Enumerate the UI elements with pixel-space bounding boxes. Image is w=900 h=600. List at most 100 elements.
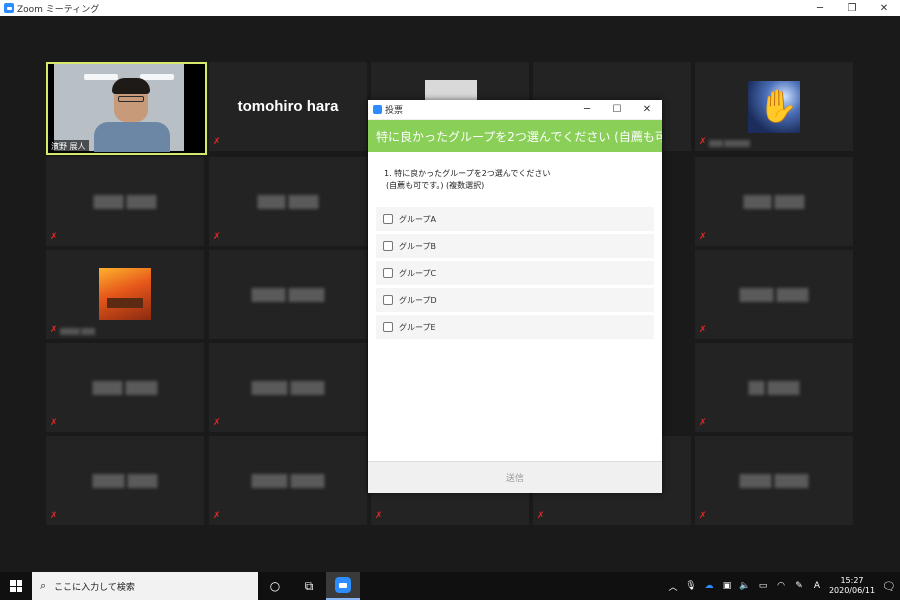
zoom-app-icon xyxy=(373,105,382,114)
participant-name-blurred xyxy=(709,140,750,147)
battery-icon[interactable]: ▭ xyxy=(754,581,772,591)
poll-maximize-button[interactable]: ☐ xyxy=(602,104,632,115)
mic-muted-icon: ✗ xyxy=(213,137,221,147)
poll-option[interactable]: グループA xyxy=(376,207,654,231)
clock[interactable]: 15:27 2020/06/11 xyxy=(826,576,878,596)
ceiling-light xyxy=(84,74,118,80)
chevron-up-icon[interactable]: ︿ xyxy=(664,580,682,593)
participant-tile-active[interactable]: 濱野 展人 xyxy=(46,62,207,155)
poll-minimize-button[interactable]: ─ xyxy=(572,104,602,115)
close-button[interactable]: ✕ xyxy=(868,0,900,16)
search-placeholder: ここに入力して検索 xyxy=(54,582,135,593)
volume-icon[interactable]: 🔈 xyxy=(736,581,754,591)
participant-name-blurred xyxy=(739,473,809,488)
mic-muted-icon: ✗ xyxy=(699,232,707,242)
restore-button[interactable]: ❐ xyxy=(836,0,868,16)
person-hair xyxy=(112,78,150,94)
window-title: Zoom ミーティング xyxy=(17,4,100,15)
mic-muted-icon: ✗ xyxy=(213,511,221,521)
participant-avatar xyxy=(748,81,800,133)
submit-button[interactable]: 送信 xyxy=(368,461,662,493)
poll-option[interactable]: グループE xyxy=(376,315,654,339)
mic-muted-icon: ✗ xyxy=(50,232,58,242)
mic-muted-icon: ✗ xyxy=(537,511,545,521)
participant-tile[interactable]: ✗ xyxy=(695,436,853,525)
onedrive-icon[interactable]: ☁ xyxy=(700,581,718,591)
poll-option[interactable]: グループC xyxy=(376,261,654,285)
person-body xyxy=(94,122,170,152)
participant-tile[interactable]: ✗ xyxy=(209,436,367,525)
mic-muted-icon: ✗ xyxy=(50,325,58,335)
participant-tile[interactable]: ✗ xyxy=(695,250,853,339)
participant-avatar xyxy=(99,268,151,320)
search-icon: ⌕ xyxy=(40,579,47,592)
microphone-icon[interactable]: 🎙 xyxy=(682,581,700,591)
participant-tile[interactable] xyxy=(209,250,367,339)
clock-time: 15:27 xyxy=(840,576,864,585)
participant-tile[interactable]: ✗ xyxy=(695,62,853,151)
participant-tile[interactable]: ✗ xyxy=(46,436,204,525)
taskbar-search[interactable]: ⌕ ここに入力して検索 xyxy=(32,572,258,600)
ime-indicator[interactable]: A xyxy=(808,581,826,591)
mic-muted-icon: ✗ xyxy=(375,511,383,521)
minimize-button[interactable]: ─ xyxy=(804,0,836,16)
participant-name-blurred xyxy=(739,287,809,302)
notification-icon[interactable]: 🗨 xyxy=(878,580,900,593)
mic-muted-icon: ✗ xyxy=(213,232,221,242)
pen-icon[interactable]: ✎ xyxy=(790,581,808,591)
windows-logo-icon xyxy=(10,580,22,592)
participant-name-blurred xyxy=(251,380,325,395)
poll-option[interactable]: グループB xyxy=(376,234,654,258)
start-button[interactable] xyxy=(0,572,32,600)
clock-date: 2020/06/11 xyxy=(828,586,876,595)
participant-name-blurred xyxy=(251,473,325,488)
mic-muted-icon: ✗ xyxy=(699,137,707,147)
poll-header: 特に良かったグループを2つ選んでください (自薦も可です... xyxy=(368,120,662,152)
participant-tile[interactable]: ✗ xyxy=(695,343,853,432)
participant-tile[interactable]: ✗ xyxy=(46,250,204,339)
checkbox[interactable] xyxy=(383,322,393,332)
zoom-app-icon xyxy=(335,577,351,593)
checkbox[interactable] xyxy=(383,268,393,278)
participant-name-blurred xyxy=(251,287,325,302)
mic-muted-icon: ✗ xyxy=(50,511,58,521)
mic-muted-icon: ✗ xyxy=(50,418,58,428)
poll-close-button[interactable]: ✕ xyxy=(632,104,662,115)
zoom-app-icon xyxy=(4,3,14,13)
participant-name-display: tomohiro hara xyxy=(237,98,339,115)
poll-options: グループA グループB グループC グループD グループE xyxy=(376,207,654,342)
taskbar: ⌕ ここに入力して検索 ○ ⧉ ︿ 🎙 ☁ ▣ 🔈 ▭ ◠ ✎ A 15:27 … xyxy=(0,572,900,600)
task-view-button[interactable]: ⧉ xyxy=(292,572,326,600)
poll-question-line: 1. 特に良かったグループを2つ選んでください xyxy=(384,169,551,178)
poll-option[interactable]: グループD xyxy=(376,288,654,312)
participant-tile[interactable]: tomohiro hara ✗ xyxy=(209,62,367,151)
poll-titlebar: 投票 ─ ☐ ✕ xyxy=(368,100,662,120)
poll-option-label: グループD xyxy=(399,295,437,305)
person-glasses xyxy=(118,96,144,102)
ceiling-light xyxy=(140,74,174,80)
cortana-button[interactable]: ○ xyxy=(258,572,292,600)
security-icon[interactable]: ▣ xyxy=(718,581,736,591)
checkbox[interactable] xyxy=(383,214,393,224)
system-tray: ︿ 🎙 ☁ ▣ 🔈 ▭ ◠ ✎ A 15:27 2020/06/11 🗨 xyxy=(664,572,900,600)
poll-question: 1. 特に良かったグループを2つ選んでください (自薦も可です。) (複数選択) xyxy=(368,152,662,192)
participant-tile[interactable]: ✗ xyxy=(46,343,204,432)
participant-tile[interactable]: ✗ xyxy=(209,343,367,432)
wifi-icon[interactable]: ◠ xyxy=(772,581,790,591)
checkbox[interactable] xyxy=(383,241,393,251)
participant-name-blurred xyxy=(748,380,800,395)
participant-name-blurred xyxy=(92,473,158,488)
participant-tile[interactable]: ✗ xyxy=(209,157,367,246)
participant-name-blurred xyxy=(743,194,805,209)
participant-name-label: 濱野 展人 xyxy=(48,140,89,153)
poll-window-title: 投票 xyxy=(385,106,404,116)
poll-option-label: グループC xyxy=(399,268,437,278)
checkbox[interactable] xyxy=(383,295,393,305)
mic-muted-icon: ✗ xyxy=(699,511,707,521)
participant-name-blurred xyxy=(257,194,319,209)
participant-tile[interactable]: ✗ xyxy=(46,157,204,246)
participant-tile[interactable]: ✗ xyxy=(695,157,853,246)
zoom-taskbar-button[interactable] xyxy=(326,572,360,600)
camera-feed xyxy=(54,64,184,152)
mic-muted-icon: ✗ xyxy=(699,325,707,335)
